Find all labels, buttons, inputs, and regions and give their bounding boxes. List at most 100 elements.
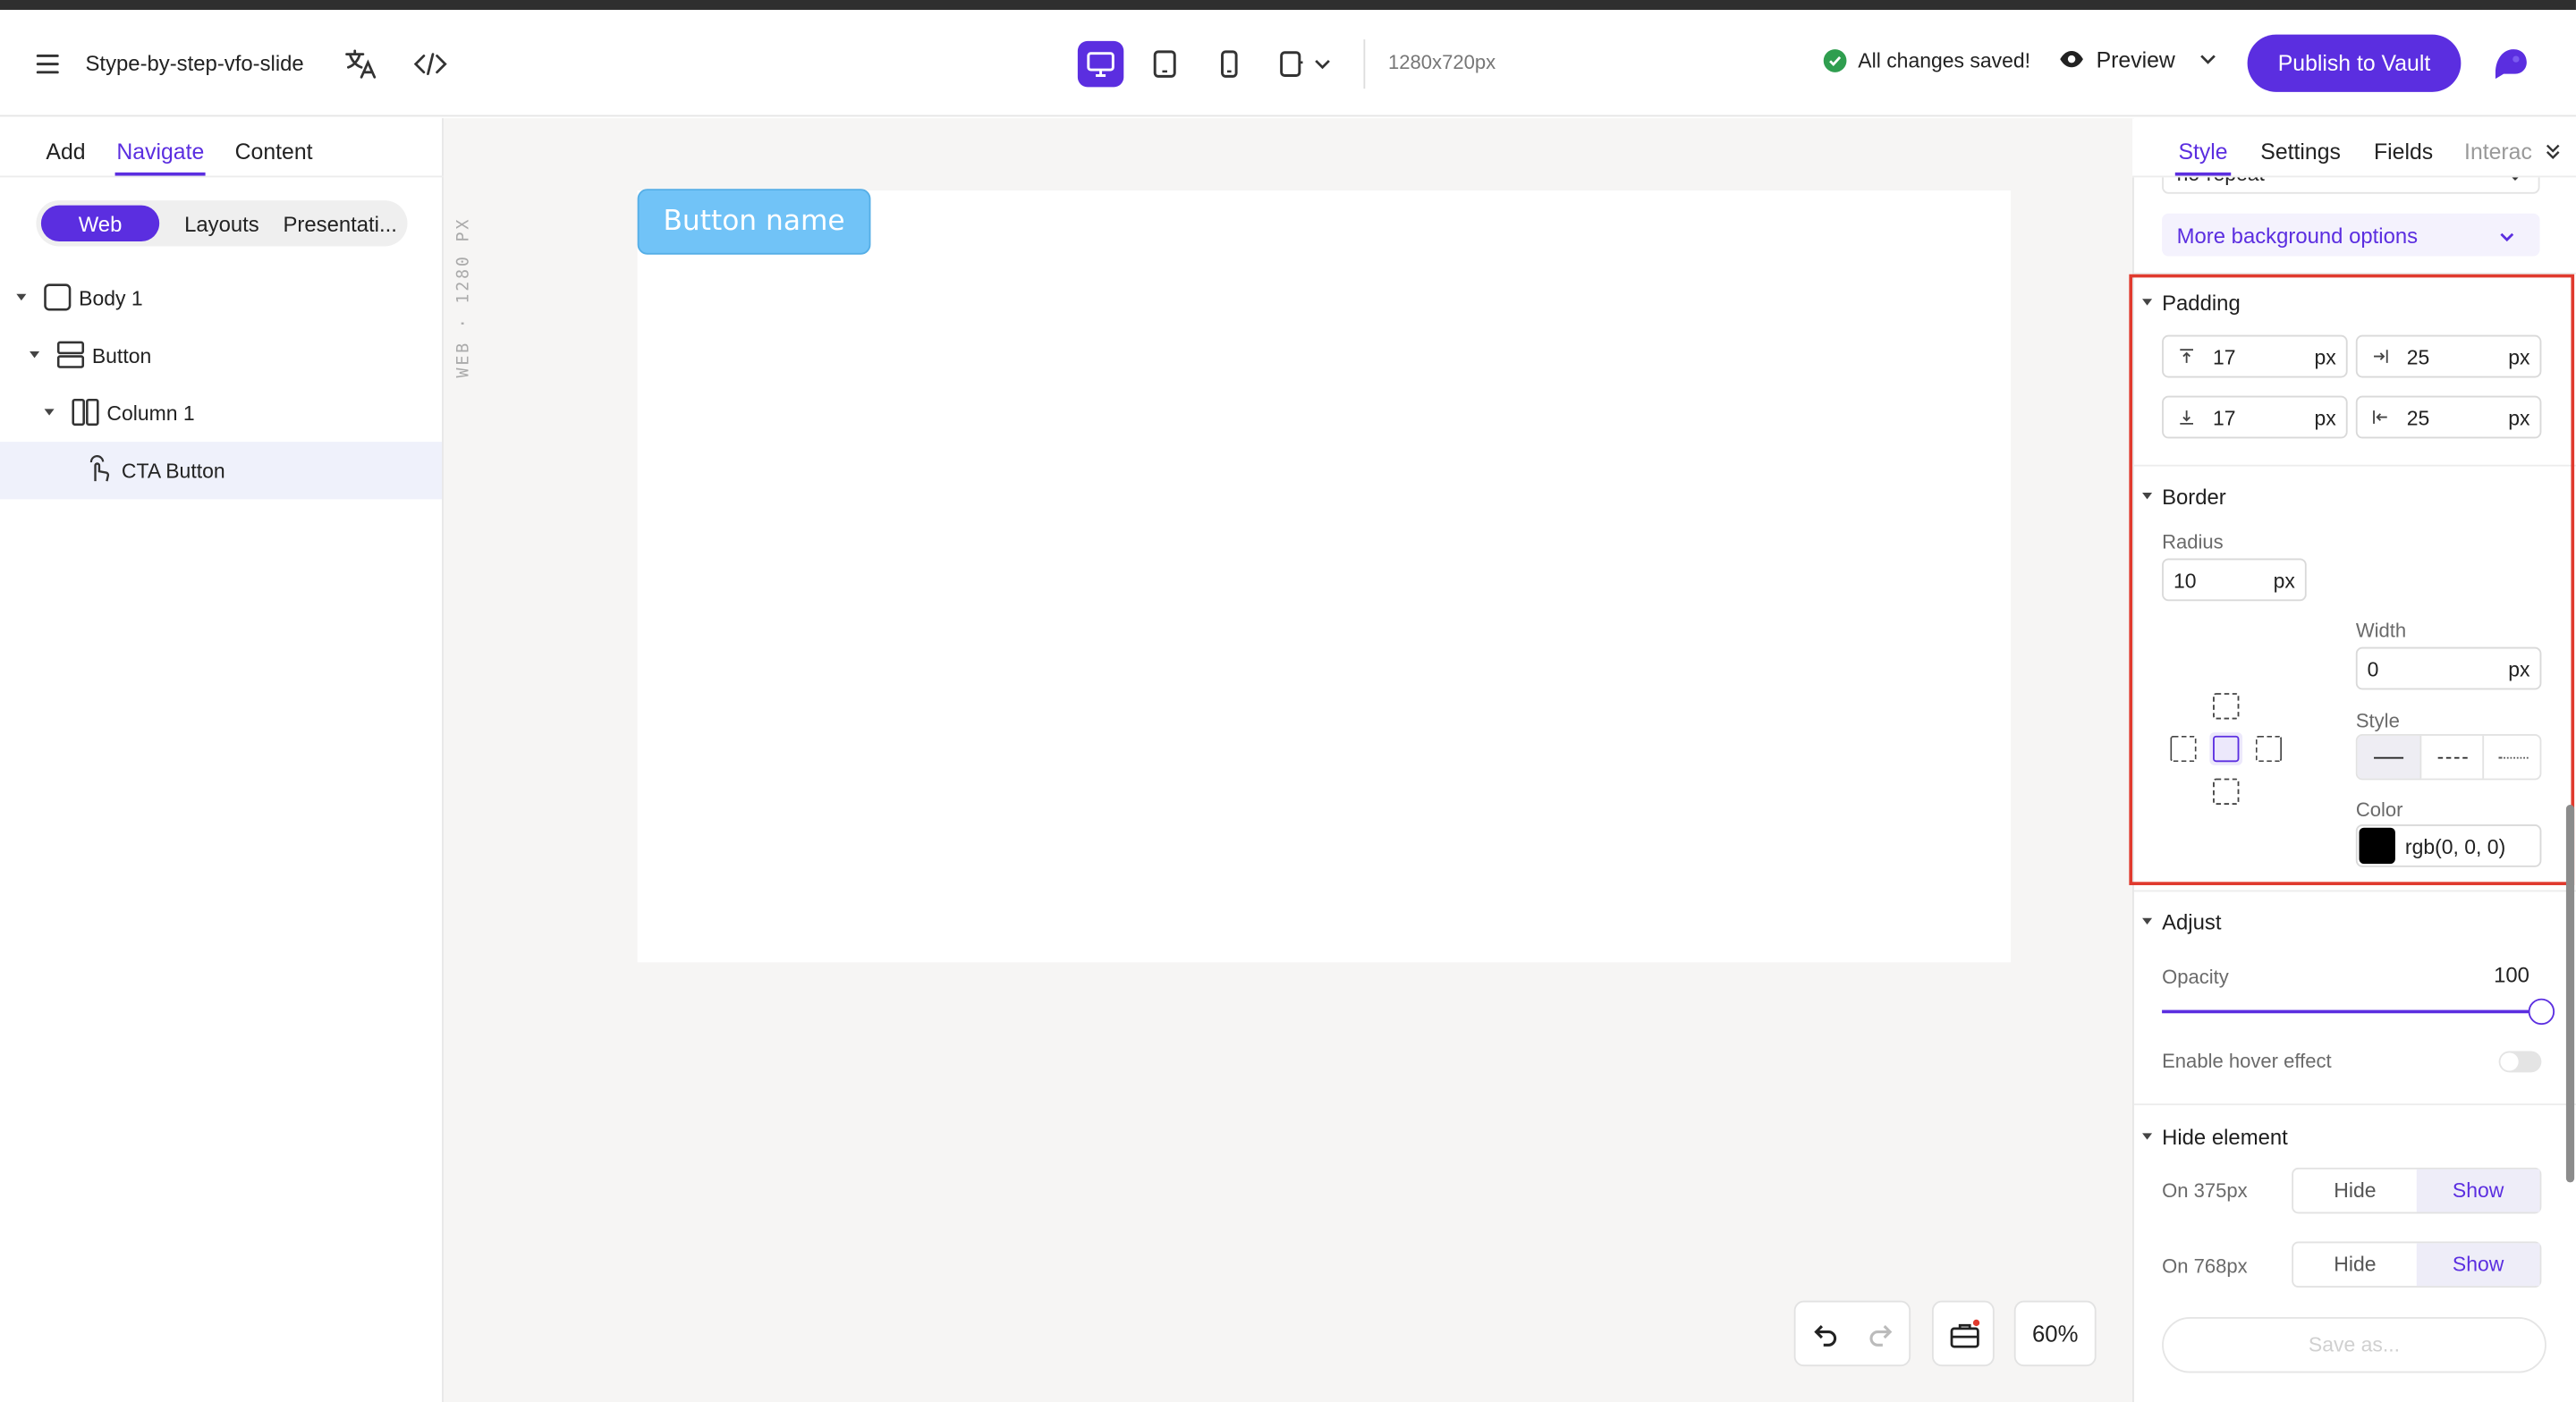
border-bottom-toggle[interactable] bbox=[2213, 778, 2240, 805]
toolbox-button[interactable] bbox=[1931, 1300, 1995, 1367]
hamburger-menu-icon[interactable] bbox=[30, 46, 65, 81]
border-style-dotted[interactable] bbox=[2482, 735, 2539, 779]
more-background-options[interactable]: More background options bbox=[2162, 213, 2540, 257]
more-background-label: More background options bbox=[2176, 223, 2419, 249]
padding-unit: px bbox=[2508, 407, 2530, 431]
artboard[interactable] bbox=[637, 190, 2012, 963]
translate-icon[interactable] bbox=[342, 45, 381, 84]
tablet-view-button[interactable] bbox=[1142, 41, 1188, 87]
view-mode-segmented: Web Layouts Presentati... bbox=[36, 200, 408, 247]
tree-item-body[interactable]: Body 1 bbox=[0, 269, 442, 326]
padding-bottom-value: 17 bbox=[2213, 407, 2236, 431]
padding-unit: px bbox=[2314, 346, 2336, 370]
desktop-icon bbox=[1087, 52, 1114, 77]
zoom-level[interactable]: 60% bbox=[2013, 1300, 2097, 1367]
border-top-toggle[interactable] bbox=[2213, 693, 2240, 720]
publish-button[interactable]: Publish to Vault bbox=[2247, 34, 2462, 92]
hide-button[interactable]: Hide bbox=[2293, 1243, 2417, 1286]
hover-effect-toggle[interactable] bbox=[2498, 1051, 2542, 1073]
caret-down-icon[interactable] bbox=[2142, 917, 2153, 925]
color-label: Color bbox=[2355, 798, 2403, 822]
tree-item-column[interactable]: Column 1 bbox=[0, 384, 442, 442]
save-as-button[interactable]: Save as... bbox=[2162, 1317, 2546, 1373]
preview-button[interactable]: Preview bbox=[2058, 46, 2219, 72]
border-style-solid[interactable] bbox=[2357, 735, 2420, 779]
padding-left-value: 25 bbox=[2406, 407, 2430, 431]
active-tab-indicator bbox=[2174, 172, 2232, 176]
opacity-value: 100 bbox=[2494, 962, 2529, 987]
dashed-line-icon bbox=[2436, 756, 2467, 758]
caret-down-icon[interactable] bbox=[16, 293, 27, 301]
border-radius-field[interactable]: 10 px bbox=[2162, 558, 2307, 602]
segment-presentations[interactable]: Presentati... bbox=[276, 206, 404, 241]
padding-bottom-icon bbox=[2180, 410, 2193, 425]
device-chevron-icon bbox=[1280, 51, 1330, 77]
tab-add[interactable]: Add bbox=[46, 139, 85, 165]
padding-bottom-field[interactable]: 17 px bbox=[2162, 395, 2348, 439]
border-radius-value: 10 bbox=[2173, 570, 2197, 594]
tab-settings[interactable]: Settings bbox=[2260, 139, 2341, 165]
border-style-dashed[interactable] bbox=[2419, 735, 2482, 779]
rows-icon bbox=[55, 340, 85, 369]
right-tabs: Style Settings Fields Interac bbox=[2132, 118, 2576, 178]
caret-down-icon[interactable] bbox=[2142, 299, 2153, 306]
show-button[interactable]: Show bbox=[2416, 1243, 2540, 1287]
avatar-icon[interactable] bbox=[2489, 43, 2532, 86]
undo-icon[interactable] bbox=[1809, 1319, 1842, 1352]
right-panel-scrollbar[interactable] bbox=[2565, 804, 2575, 1183]
custom-device-dropdown[interactable] bbox=[1270, 41, 1343, 87]
phone-icon bbox=[1221, 50, 1238, 78]
hide-button[interactable]: Hide bbox=[2293, 1170, 2417, 1212]
mobile-view-button[interactable] bbox=[1206, 41, 1251, 87]
chevron-down-icon bbox=[2200, 55, 2216, 64]
tree-item-cta-button[interactable]: CTA Button bbox=[0, 442, 443, 500]
cta-button-preview[interactable]: Button name bbox=[637, 189, 871, 255]
desktop-view-button[interactable] bbox=[1077, 40, 1124, 88]
caret-down-icon[interactable] bbox=[30, 351, 40, 359]
pointer-icon bbox=[86, 455, 115, 485]
padding-right-field[interactable]: 25 px bbox=[2355, 334, 2542, 378]
section-divider bbox=[2133, 464, 2576, 467]
visibility-toggle-375: Hide Show bbox=[2292, 1167, 2542, 1214]
padding-top-field[interactable]: 17 px bbox=[2162, 334, 2348, 378]
square-icon bbox=[43, 283, 72, 312]
tab-fields[interactable]: Fields bbox=[2374, 139, 2433, 165]
border-all-toggle[interactable] bbox=[2209, 732, 2243, 765]
tab-navigate[interactable]: Navigate bbox=[116, 139, 204, 165]
caret-down-icon[interactable] bbox=[2142, 1133, 2153, 1140]
window-top-stripe bbox=[0, 0, 2576, 11]
border-color-field[interactable]: rgb(0, 0, 0) bbox=[2355, 824, 2542, 867]
segment-web[interactable]: Web bbox=[40, 205, 160, 241]
padding-left-field[interactable]: 25 px bbox=[2355, 395, 2542, 439]
chevron-down-icon bbox=[2500, 232, 2514, 242]
radius-label: Radius bbox=[2162, 530, 2224, 553]
code-icon[interactable] bbox=[411, 45, 450, 84]
caret-down-icon[interactable] bbox=[2142, 493, 2153, 500]
padding-title: Padding bbox=[2162, 291, 2241, 316]
tab-style[interactable]: Style bbox=[2178, 139, 2227, 165]
tree-item-button[interactable]: Button bbox=[0, 327, 442, 384]
border-side-selector bbox=[2165, 689, 2291, 815]
show-button[interactable]: Show bbox=[2416, 1169, 2540, 1212]
tree-item-label: CTA Button bbox=[121, 459, 225, 483]
border-width-field[interactable]: 0 px bbox=[2355, 646, 2542, 690]
redo-icon[interactable] bbox=[1865, 1319, 1898, 1352]
padding-top-value: 17 bbox=[2213, 346, 2236, 370]
opacity-slider-handle[interactable] bbox=[2528, 998, 2555, 1026]
padding-right-icon bbox=[2374, 350, 2388, 363]
border-all-icon bbox=[2213, 735, 2240, 763]
tab-interactions[interactable]: Interac bbox=[2464, 139, 2537, 165]
section-divider bbox=[2133, 890, 2576, 892]
preview-label: Preview bbox=[2096, 46, 2175, 72]
color-swatch[interactable] bbox=[2359, 827, 2395, 865]
tab-content[interactable]: Content bbox=[235, 139, 313, 165]
border-right-toggle[interactable] bbox=[2255, 735, 2283, 763]
border-left-toggle[interactable] bbox=[2170, 735, 2197, 763]
padding-left-icon bbox=[2373, 410, 2387, 424]
breakpoint-label: On 768px bbox=[2162, 1254, 2248, 1278]
file-name[interactable]: Stype-by-step-vfo-slide bbox=[86, 51, 304, 76]
caret-down-icon[interactable] bbox=[44, 409, 55, 416]
double-chevron-icon[interactable] bbox=[2543, 141, 2563, 161]
opacity-slider-track[interactable] bbox=[2162, 1009, 2534, 1014]
segment-layouts[interactable]: Layouts bbox=[171, 206, 273, 241]
